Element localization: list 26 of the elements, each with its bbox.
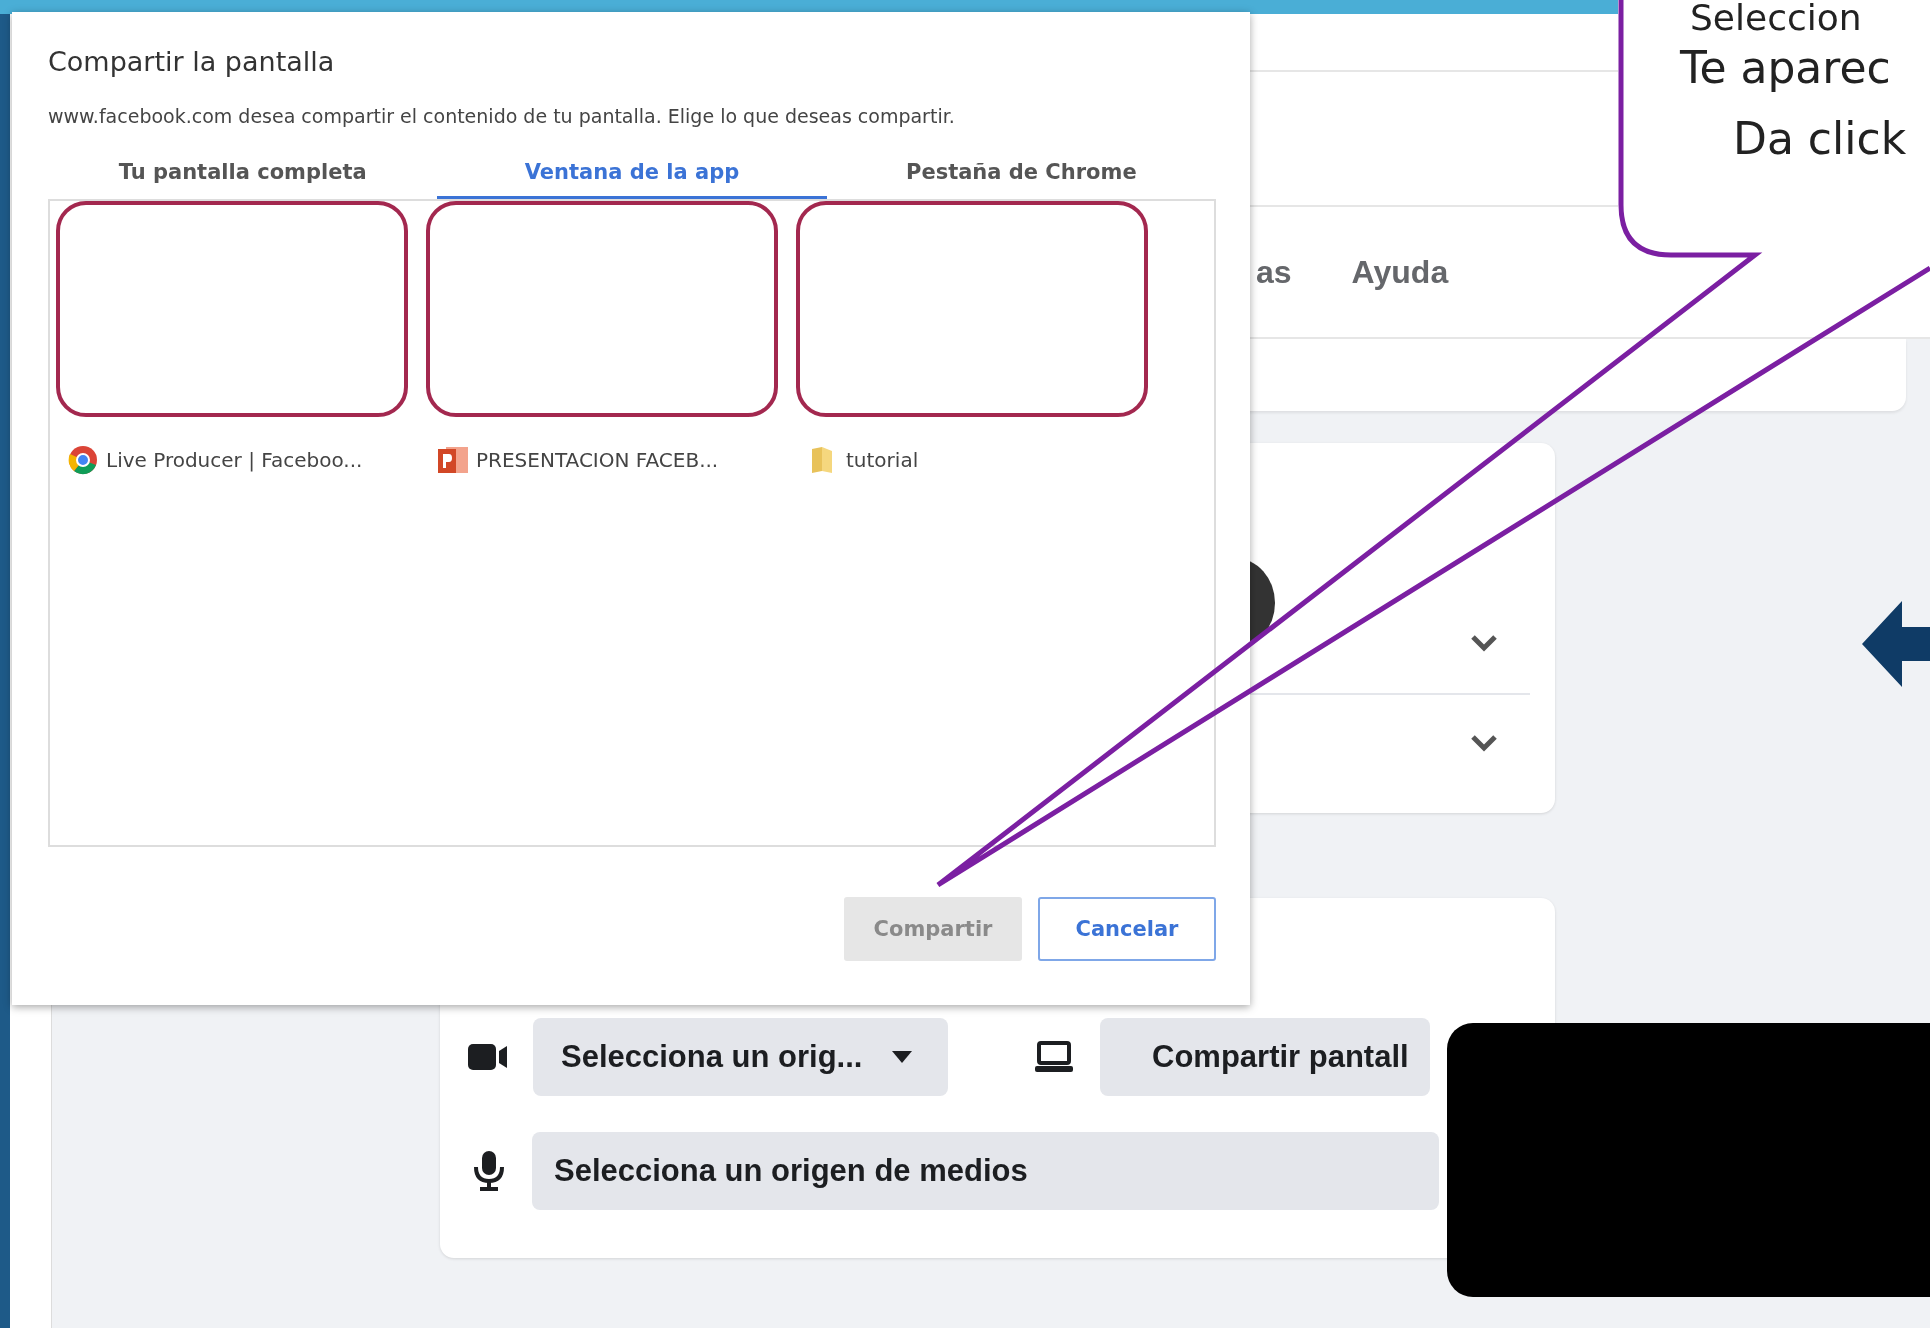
presentation-app-icon	[438, 445, 468, 475]
chevron-down-icon[interactable]	[1470, 734, 1498, 752]
chevron-down-icon[interactable]	[1470, 634, 1498, 652]
window-title[interactable]: PRESENTACION FACEB...	[476, 448, 719, 472]
caret-down-icon	[892, 1051, 913, 1063]
callout-text: Seleccion	[1690, 0, 1862, 36]
callout-text: Da click	[1733, 117, 1907, 161]
window-title[interactable]: tutorial	[846, 448, 919, 472]
dialog-description: www.facebook.com desea compartir el contenido de tu pantalla. Elige lo que deseas compartir.	[48, 105, 956, 127]
source-dropdown[interactable]: Selecciona un orig...	[533, 1018, 948, 1096]
dialog-button[interactable]: Cancelar	[1038, 897, 1216, 961]
video-camera-icon	[468, 1042, 508, 1072]
nav-link[interactable]: as	[1256, 253, 1292, 291]
nav-link[interactable]: Ayuda	[1351, 253, 1449, 291]
dialog-tab[interactable]: Tu pantalla completa	[48, 157, 438, 199]
window-title[interactable]: Live Producer | Faceboo...	[106, 448, 363, 472]
share-screen-button[interactable]: Compartir pantall	[1100, 1018, 1430, 1096]
dropdown-value: Selecciona un orig...	[561, 1039, 863, 1075]
browser-logo-icon	[68, 445, 98, 475]
laptop-icon	[1035, 1041, 1073, 1073]
audio-source-field[interactable]: Selecciona un origen de medios	[532, 1132, 1439, 1210]
dialog-title: Compartir la pantalla	[48, 46, 336, 77]
callout-text: Te aparec	[1680, 46, 1891, 90]
left-arrow-icon	[1862, 601, 1930, 687]
microphone-icon	[474, 1151, 504, 1191]
dialog-tab[interactable]: Pestaña de Chrome	[826, 157, 1216, 199]
